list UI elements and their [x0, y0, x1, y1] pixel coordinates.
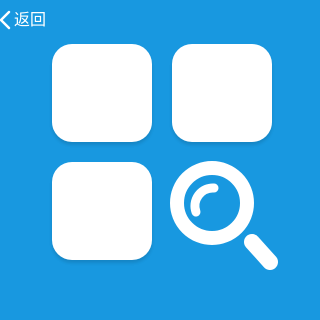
magnifier-icon — [170, 161, 278, 270]
app-grid-search-icon — [0, 0, 320, 320]
app-screen: 返回 — [0, 0, 320, 320]
